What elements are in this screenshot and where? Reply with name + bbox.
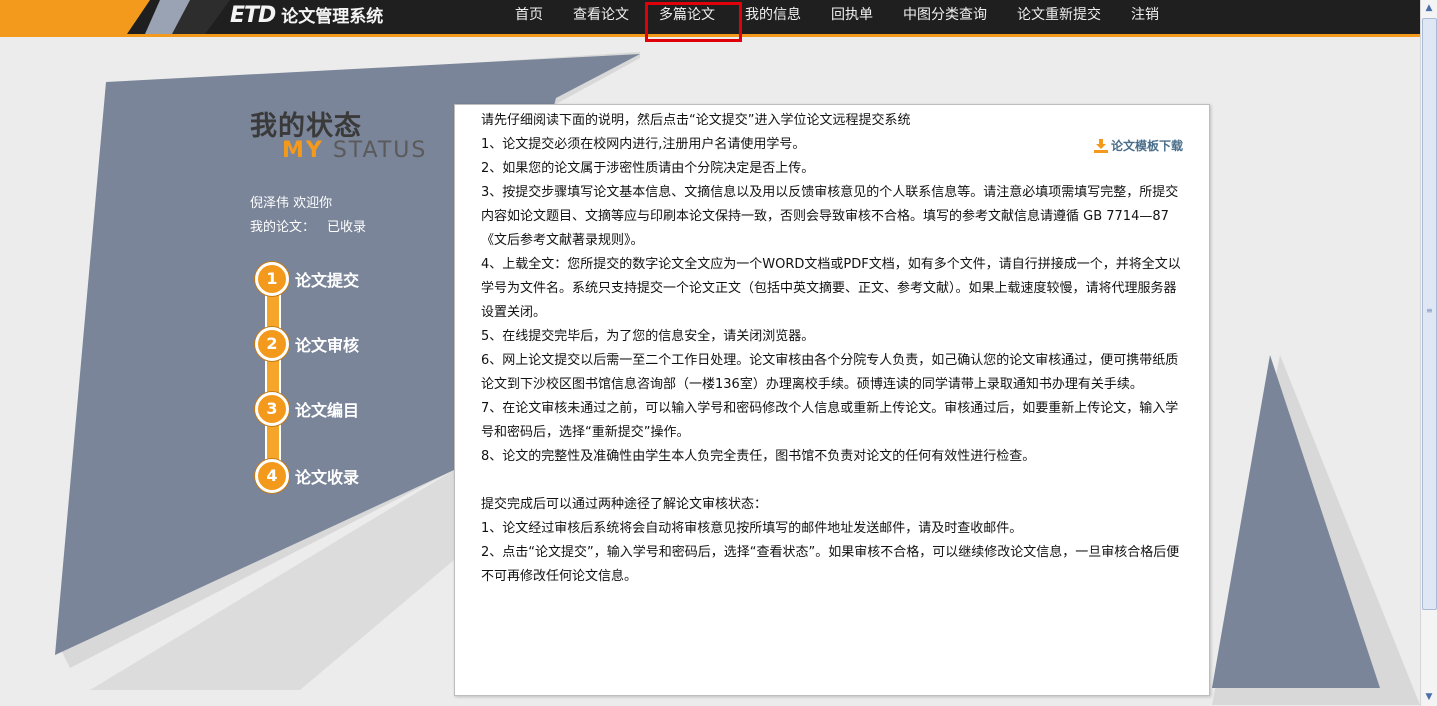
step-label: 论文编目 xyxy=(295,401,360,420)
my-paper-label: 我的论文： xyxy=(250,220,316,235)
step-number: 2 xyxy=(255,327,289,361)
step-label: 论文提交 xyxy=(295,271,360,290)
scroll-up-icon[interactable]: ▲ xyxy=(1422,1,1436,15)
nav-home[interactable]: 首页 xyxy=(500,0,558,34)
step-archived[interactable]: 4 论文收录 xyxy=(255,459,359,493)
status-item: 2、点击“论文提交”，输入学号和密码后，选择“查看状态”。如果审核不合格，可以继… xyxy=(481,545,1180,584)
nav-view-paper[interactable]: 查看论文 xyxy=(558,0,644,34)
instructions-panel: 论文模板下载 请先仔细阅读下面的说明，然后点击“论文提交”进入学位论文远程提交系… xyxy=(454,104,1210,696)
status-subtitle: MY STATUS xyxy=(282,138,427,163)
status-subtitle-my: MY xyxy=(282,138,324,163)
nav-logout[interactable]: 注销 xyxy=(1116,0,1174,34)
welcome-text: 倪泽伟 欢迎你 xyxy=(250,196,333,211)
step-number: 4 xyxy=(255,459,289,493)
vertical-scrollbar[interactable]: ▲ ≡ ▼ xyxy=(1420,0,1437,706)
logo-etd: ETD xyxy=(230,3,276,28)
my-paper-status: 我的论文： 已收录 xyxy=(250,216,366,235)
step-label: 论文收录 xyxy=(295,468,360,487)
instructions-text: 请先仔细阅读下面的说明，然后点击“论文提交”进入学位论文远程提交系统 1、论文提… xyxy=(481,109,1185,589)
step-number: 3 xyxy=(255,392,289,426)
step-label: 论文审核 xyxy=(295,336,360,355)
highlight-box xyxy=(645,2,742,42)
nav-clc-query[interactable]: 中图分类查询 xyxy=(888,0,1002,34)
nav-my-info[interactable]: 我的信息 xyxy=(730,0,816,34)
nav-receipt[interactable]: 回执单 xyxy=(816,0,888,34)
step-cataloging[interactable]: 3 论文编目 xyxy=(255,392,359,426)
instruction-item: 2、如果您的论文属于涉密性质请由个分院决定是否上传。 xyxy=(481,161,815,176)
intro-line: 请先仔细阅读下面的说明，然后点击“论文提交”进入学位论文远程提交系统 xyxy=(481,113,911,128)
app-logo: ETD 论文管理系统 xyxy=(230,2,383,28)
main-nav: 首页 查看论文 多篇论文 我的信息 回执单 中图分类查询 论文重新提交 注销 xyxy=(500,0,1174,34)
instruction-item: 6、网上论文提交以后需一至二个工作日处理。论文审核由各个分院专人负责，如己确认您… xyxy=(481,353,1179,392)
scroll-thumb[interactable]: ≡ xyxy=(1422,18,1437,610)
logo-system-name: 论文管理系统 xyxy=(281,7,384,27)
scroll-down-icon[interactable]: ▼ xyxy=(1422,690,1436,704)
instruction-item: 1、论文提交必须在校网内进行,注册用户名请使用学号。 xyxy=(481,137,806,152)
step-number: 1 xyxy=(255,262,289,296)
instruction-item: 5、在线提交完毕后，为了您的信息安全，请关闭浏览器。 xyxy=(481,329,815,344)
step-review[interactable]: 2 论文审核 xyxy=(255,327,359,361)
my-paper-value: 已收录 xyxy=(327,220,367,235)
step-submit[interactable]: 1 论文提交 xyxy=(255,262,359,296)
nav-resubmit-paper[interactable]: 论文重新提交 xyxy=(1002,0,1116,34)
instruction-item: 8、论文的完整性及准确性由学生本人负完全责任，图书馆不负责对论文的任何有效性进行… xyxy=(481,449,1036,464)
status-intro-line: 提交完成后可以通过两种途径了解论文审核状态： xyxy=(481,497,768,512)
instruction-item: 7、在论文审核未通过之前，可以输入学号和密码修改个人信息或重新上传论文。审核通过… xyxy=(481,401,1179,440)
top-corner-decoration xyxy=(0,0,230,37)
grip-icon: ≡ xyxy=(1426,306,1433,315)
instruction-item: 4、上载全文：您所提交的数字论文全文应为一个WORD文档或PDF文档，如有多个文… xyxy=(481,257,1181,320)
status-item: 1、论文经过审核后系统将会自动将审核意见按所填写的邮件地址发送邮件，请及时查收邮… xyxy=(481,521,1023,536)
steps-connector xyxy=(265,280,281,476)
status-subtitle-rest: STATUS xyxy=(332,138,428,163)
instruction-item: 3、按提交步骤填写论文基本信息、文摘信息以及用以反馈审核意见的个人联系信息等。请… xyxy=(481,185,1179,248)
